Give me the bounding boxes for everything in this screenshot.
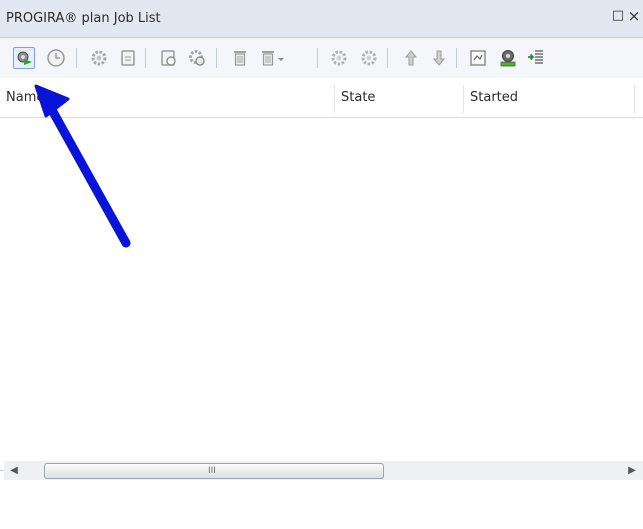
settings-gear-alt-icon bbox=[361, 50, 377, 66]
refresh-document-button[interactable] bbox=[158, 47, 180, 69]
toolbar-separator bbox=[456, 48, 457, 68]
window-title: PROGIRA® plan Job List bbox=[6, 11, 161, 26]
delete-button[interactable] bbox=[229, 47, 251, 69]
scrollbar-thumb[interactable]: III bbox=[44, 463, 384, 479]
toolbar-separator bbox=[145, 48, 146, 68]
report-button[interactable] bbox=[467, 47, 489, 69]
export-list-icon bbox=[528, 50, 543, 64]
horizontal-scrollbar[interactable]: ◀ III ▶ bbox=[4, 461, 643, 480]
settings-gear-icon bbox=[331, 50, 347, 66]
move-down-icon bbox=[432, 50, 446, 66]
list-header: Name State Started bbox=[0, 79, 643, 118]
delete-dropdown-button[interactable] bbox=[259, 47, 289, 69]
scroll-right-icon[interactable]: ▶ bbox=[624, 462, 640, 479]
close-button[interactable]: × bbox=[627, 8, 641, 24]
maximize-button[interactable]: □ bbox=[611, 8, 625, 24]
column-header-started[interactable]: Started bbox=[464, 79, 634, 117]
toolbar-separator bbox=[76, 48, 77, 68]
run-job-button[interactable] bbox=[13, 47, 35, 69]
job-list-panel: PROGIRA® plan Job List □ × Name State St… bbox=[0, 0, 643, 480]
scroll-left-icon[interactable]: ◀ bbox=[6, 462, 22, 479]
toolbar-separator bbox=[387, 48, 388, 68]
toolbar-separator bbox=[317, 48, 318, 68]
refresh-document-icon bbox=[161, 50, 176, 66]
report-document-icon bbox=[470, 50, 486, 66]
job-server-button[interactable] bbox=[497, 47, 519, 69]
run-job-icon bbox=[17, 51, 32, 65]
settings-alt-button[interactable] bbox=[358, 47, 380, 69]
move-up-icon bbox=[404, 50, 418, 66]
toolbar bbox=[0, 38, 643, 78]
gear-refresh-icon bbox=[189, 50, 205, 66]
move-down-button[interactable] bbox=[428, 47, 450, 69]
export-list-button[interactable] bbox=[525, 47, 547, 69]
schedule-clock-icon bbox=[47, 49, 65, 67]
settings-button[interactable] bbox=[328, 47, 350, 69]
toolbar-separator bbox=[216, 48, 217, 68]
job-gear-icon bbox=[91, 50, 107, 66]
column-divider[interactable] bbox=[634, 85, 635, 113]
schedule-button[interactable] bbox=[45, 47, 67, 69]
job-list-body[interactable] bbox=[0, 118, 643, 458]
trash-icon bbox=[234, 51, 246, 66]
title-bar: PROGIRA® plan Job List □ × bbox=[0, 0, 643, 38]
column-header-state[interactable]: State bbox=[335, 79, 463, 117]
job-server-icon bbox=[500, 50, 516, 67]
scrollbar-grip: III bbox=[208, 466, 216, 476]
move-up-button[interactable] bbox=[400, 47, 422, 69]
column-header-name[interactable]: Name bbox=[0, 79, 334, 117]
job-gear-button[interactable] bbox=[88, 47, 110, 69]
gear-refresh-button[interactable] bbox=[186, 47, 208, 69]
job-document-icon bbox=[121, 50, 135, 66]
trash-dropdown-icon bbox=[262, 51, 284, 66]
job-document-button[interactable] bbox=[117, 47, 139, 69]
